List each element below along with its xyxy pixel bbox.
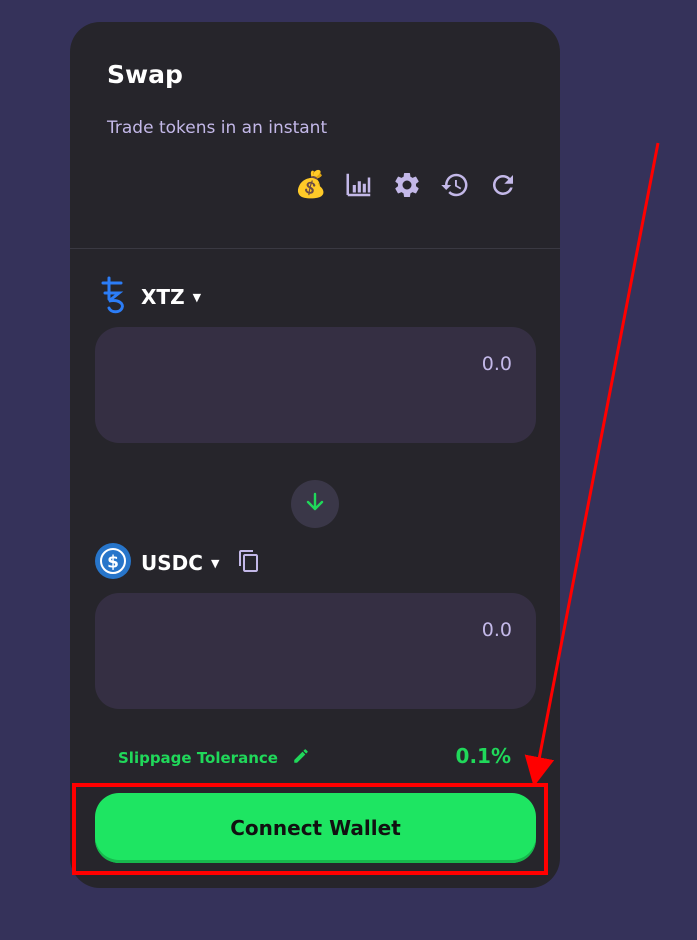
- annotation-arrow: [524, 142, 660, 787]
- page-stage: Swap Trade tokens in an instant 💰 XTZ ▼ …: [0, 0, 697, 940]
